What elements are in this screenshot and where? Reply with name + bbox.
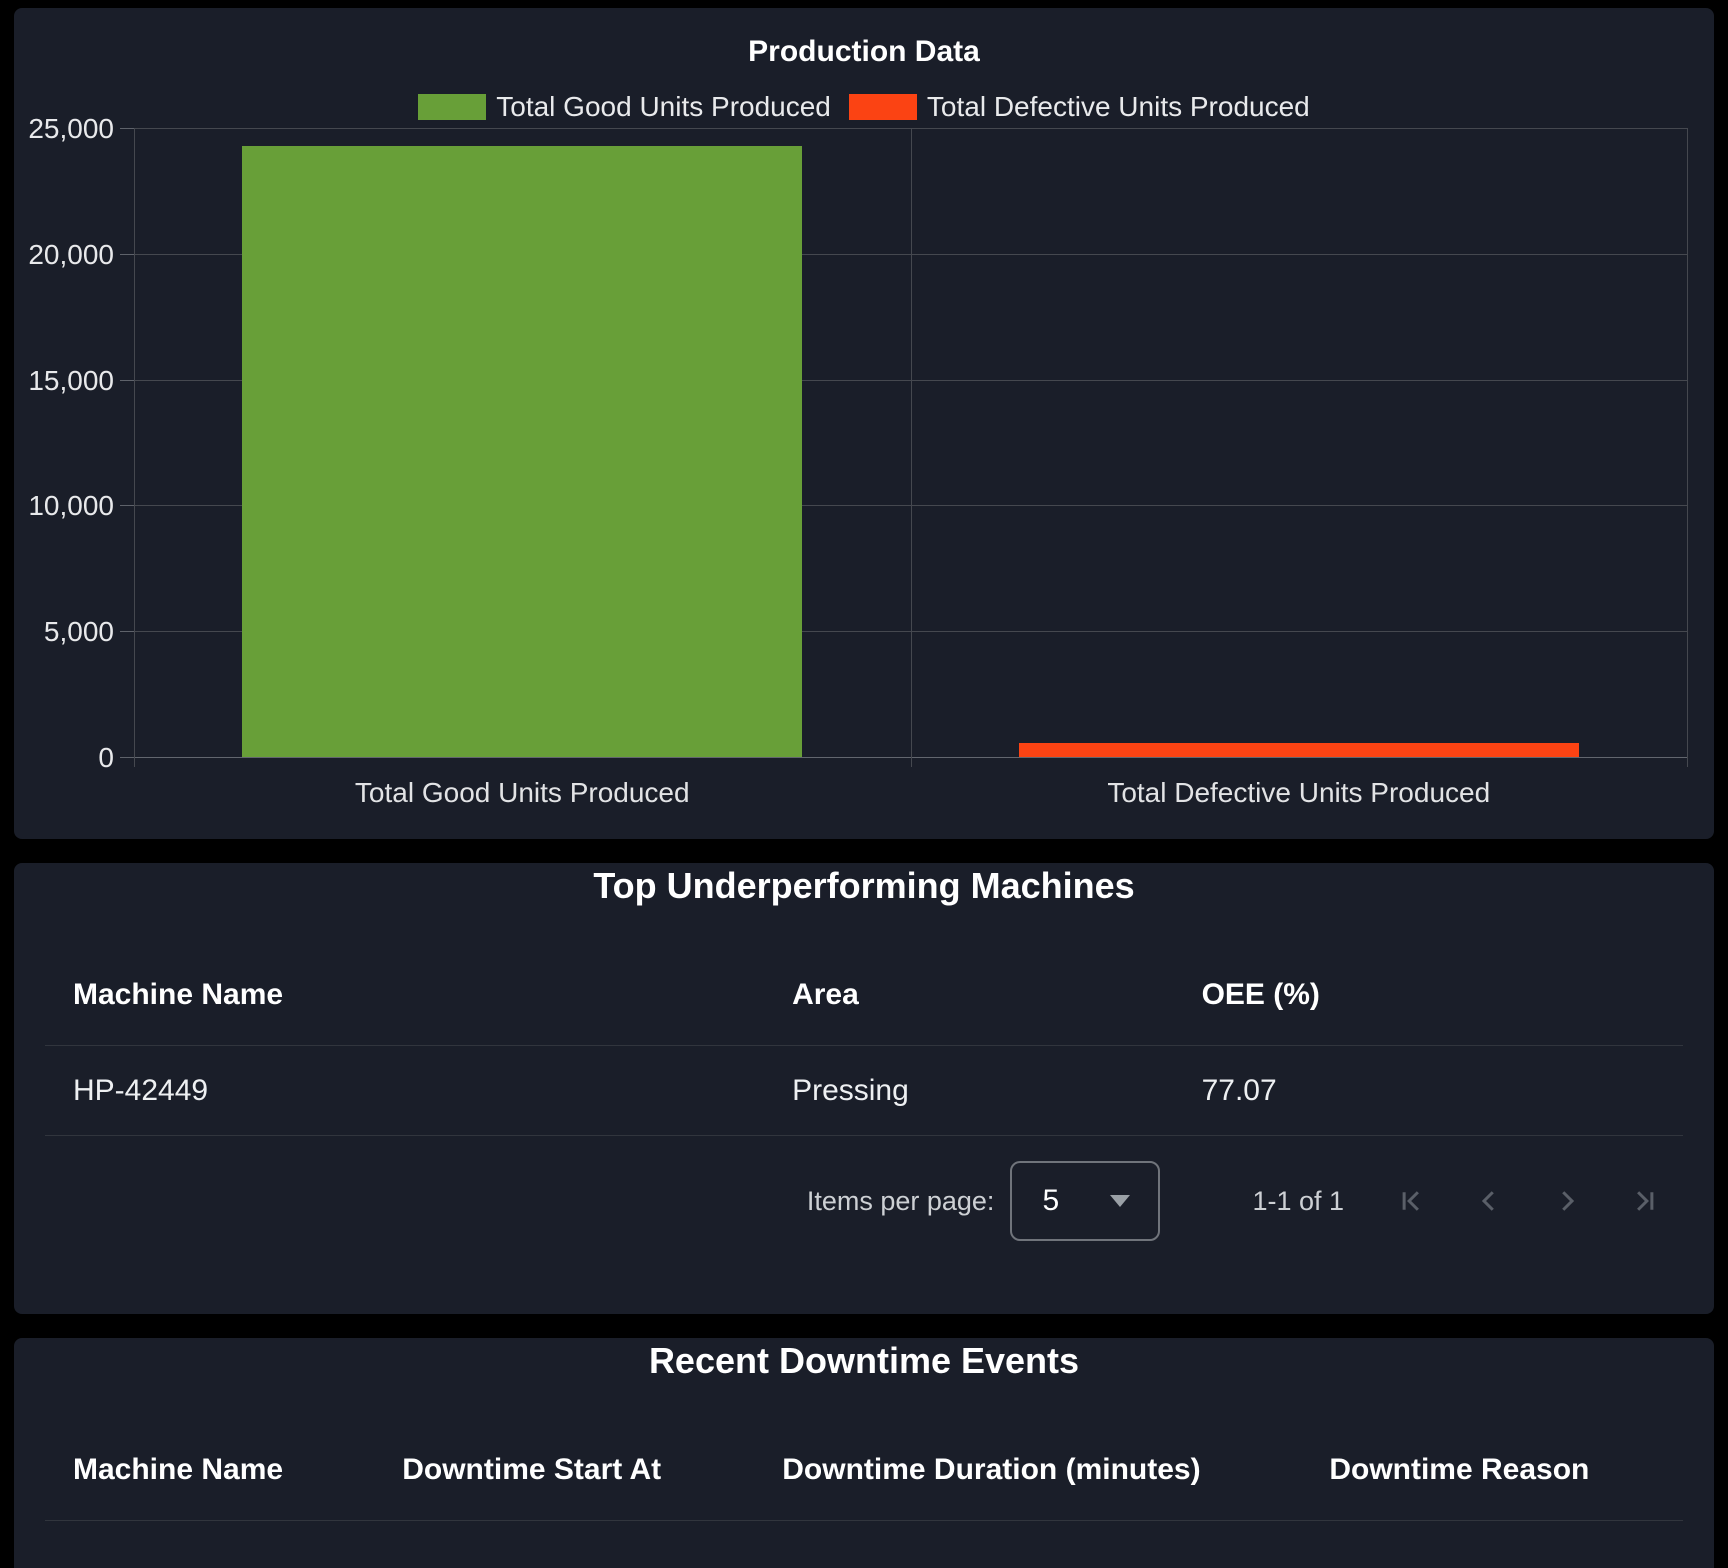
y-axis-label: 0 xyxy=(8,742,114,774)
chart-title: Production Data xyxy=(14,35,1714,69)
table-cell: 77.07 xyxy=(1174,1046,1683,1136)
column-header: Machine Name xyxy=(45,945,764,1046)
chart-plot-area: 05,00010,00015,00020,00025,000Total Good… xyxy=(134,128,1687,757)
y-axis-label: 25,000 xyxy=(8,113,114,145)
y-axis-label: 10,000 xyxy=(8,490,114,522)
column-header: Downtime Start At xyxy=(374,1420,754,1521)
page-size-select[interactable]: 5 xyxy=(1010,1161,1160,1241)
legend-item[interactable]: Total Good Units Produced xyxy=(418,91,831,123)
chevron-down-icon xyxy=(1110,1195,1130,1207)
bar-total-defective-units-produced[interactable] xyxy=(1019,743,1579,757)
legend-swatch-icon xyxy=(849,94,917,120)
previous-page-button[interactable] xyxy=(1450,1151,1528,1251)
chevron-right-icon xyxy=(1552,1186,1582,1216)
column-header: Downtime Reason xyxy=(1301,1420,1683,1521)
y-axis-label: 5,000 xyxy=(8,616,114,648)
y-axis-tick xyxy=(120,254,134,255)
column-header: Machine Name xyxy=(45,1420,374,1521)
x-axis-label: Total Defective Units Produced xyxy=(911,777,1688,809)
paginator: Items per page: 5 1-1 of 1 xyxy=(14,1136,1684,1266)
table-row: HP-42449Pressing77.07 xyxy=(45,1046,1683,1136)
column-header: Area xyxy=(764,945,1174,1046)
last-page-button[interactable] xyxy=(1606,1151,1684,1251)
underperforming-machines-card: Top Underperforming Machines Machine Nam… xyxy=(14,863,1714,1314)
downtime-title: Recent Downtime Events xyxy=(14,1338,1714,1384)
table-cell: HP-42449 xyxy=(45,1046,764,1136)
y-axis-label: 15,000 xyxy=(8,365,114,397)
table-header-row: Machine NameDowntime Start AtDowntime Du… xyxy=(45,1420,1683,1521)
legend-swatch-icon xyxy=(418,94,486,120)
y-axis-tick xyxy=(120,380,134,381)
column-header: Downtime Duration (minutes) xyxy=(754,1420,1301,1521)
y-axis-line xyxy=(134,128,135,767)
first-page-button[interactable] xyxy=(1372,1151,1450,1251)
y-axis-tick xyxy=(120,128,134,129)
x-axis-label: Total Good Units Produced xyxy=(134,777,911,809)
table-header-row: Machine NameAreaOEE (%) xyxy=(45,945,1683,1046)
first-page-icon xyxy=(1396,1186,1426,1216)
dashboard-page: Production Data Total Good Units Produce… xyxy=(0,8,1728,1568)
chart-legend: Total Good Units Produced Total Defective… xyxy=(14,91,1714,123)
y-axis-label: 20,000 xyxy=(8,239,114,271)
y-axis-tick xyxy=(120,631,134,632)
last-page-icon xyxy=(1630,1186,1660,1216)
items-per-page-label: Items per page: xyxy=(807,1186,995,1217)
chevron-left-icon xyxy=(1474,1186,1504,1216)
underperforming-title: Top Underperforming Machines xyxy=(14,863,1714,909)
bar-total-good-units-produced[interactable] xyxy=(242,146,802,757)
column-header: OEE (%) xyxy=(1174,945,1683,1046)
production-chart-card: Production Data Total Good Units Produce… xyxy=(14,8,1714,839)
legend-item[interactable]: Total Defective Units Produced xyxy=(849,91,1310,123)
next-page-button[interactable] xyxy=(1528,1151,1606,1251)
y-axis-tick xyxy=(120,757,134,758)
downtime-table: Machine NameDowntime Start AtDowntime Du… xyxy=(45,1420,1683,1521)
downtime-events-card: Recent Downtime Events Machine NameDownt… xyxy=(14,1338,1714,1568)
y-axis-tick xyxy=(120,505,134,506)
paginator-range-label: 1-1 of 1 xyxy=(1252,1186,1344,1217)
vertical-gridline xyxy=(1687,128,1688,767)
vertical-gridline xyxy=(911,128,912,767)
table-cell: Pressing xyxy=(764,1046,1174,1136)
legend-label: Total Good Units Produced xyxy=(496,91,831,123)
legend-label: Total Defective Units Produced xyxy=(927,91,1310,123)
underperforming-table: Machine NameAreaOEE (%) HP-42449Pressing… xyxy=(45,945,1683,1136)
page-size-value: 5 xyxy=(1042,1184,1059,1218)
